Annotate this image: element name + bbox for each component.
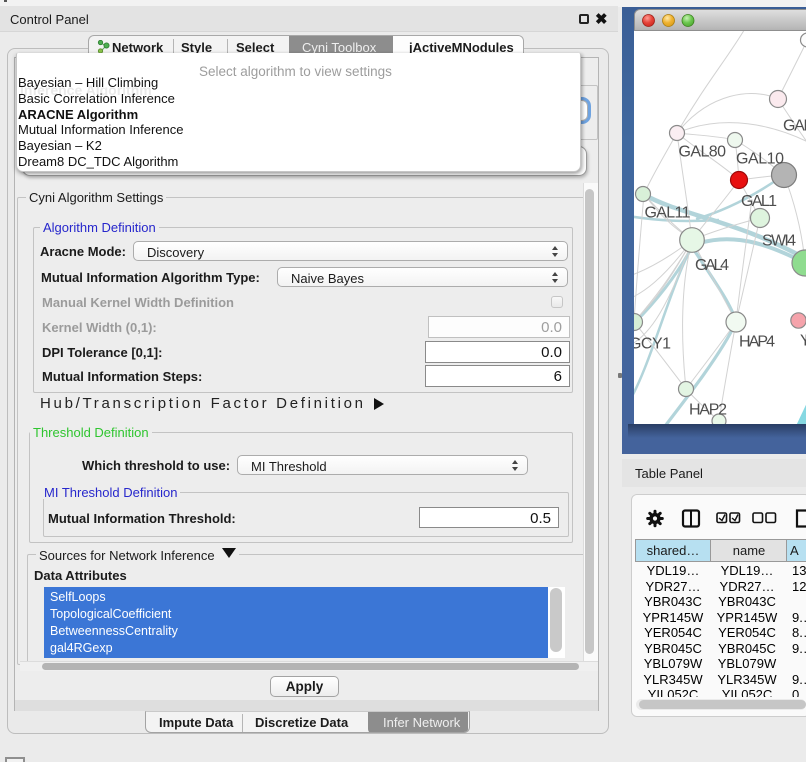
svg-text:SWI4: SWI4 [762,233,796,250]
svg-text:GAL11: GAL11 [645,205,691,222]
svg-text:HAP4: HAP4 [739,334,775,351]
svg-text:GAL80: GAL80 [679,144,727,161]
svg-text:HAP2: HAP2 [689,402,727,419]
svg-text:GAL10: GAL10 [736,151,784,168]
svg-text:GCY1: GCY1 [634,336,671,353]
svg-text:YBR…: YBR… [800,333,806,350]
svg-text:GAL7: GAL7 [783,118,806,135]
svg-text:GAL1: GAL1 [741,193,777,210]
svg-text:GAL4: GAL4 [695,257,729,274]
